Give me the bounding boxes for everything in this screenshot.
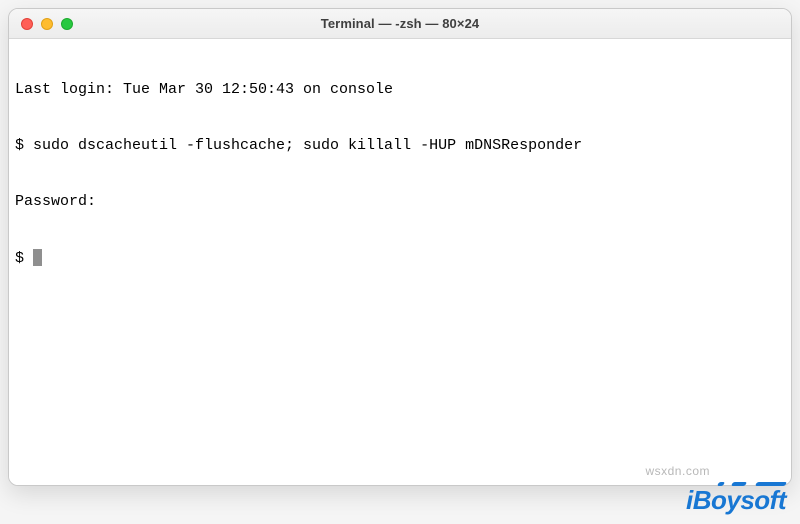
titlebar[interactable]: Terminal — -zsh — 80×24 — [9, 9, 791, 39]
watermark-text: wsxdn.com — [645, 464, 710, 478]
maximize-icon[interactable] — [61, 18, 73, 30]
terminal-prompt-line: $ — [15, 249, 785, 269]
cursor-icon — [33, 249, 42, 266]
prompt: $ — [15, 250, 33, 267]
terminal-line: Password: — [15, 193, 785, 212]
minimize-icon[interactable] — [41, 18, 53, 30]
window-controls — [9, 18, 73, 30]
terminal-body[interactable]: Last login: Tue Mar 30 12:50:43 on conso… — [9, 39, 791, 485]
terminal-line: Last login: Tue Mar 30 12:50:43 on conso… — [15, 81, 785, 100]
terminal-line: $ sudo dscacheutil -flushcache; sudo kil… — [15, 137, 785, 156]
terminal-window: Terminal — -zsh — 80×24 Last login: Tue … — [8, 8, 792, 486]
brand-logo: iBoysoft — [686, 485, 786, 516]
close-icon[interactable] — [21, 18, 33, 30]
window-title: Terminal — -zsh — 80×24 — [9, 16, 791, 31]
